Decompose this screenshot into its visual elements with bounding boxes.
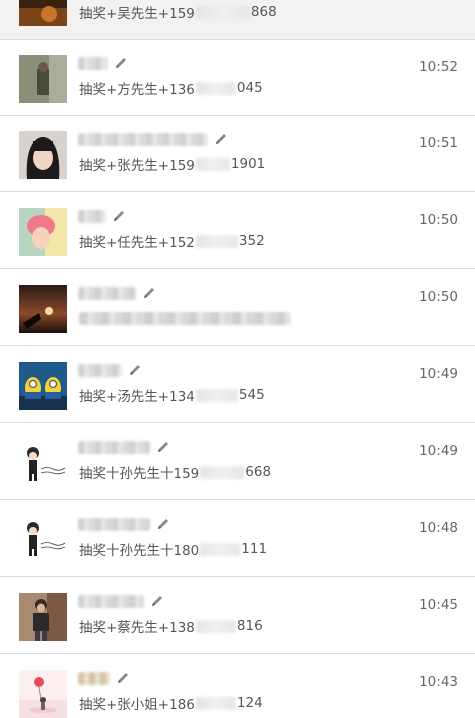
message-row[interactable]: 抽奖+吴先生+159 868 bbox=[0, 0, 475, 40]
contact-name-row bbox=[78, 591, 164, 611]
message-time: 10:45 bbox=[419, 597, 458, 613]
contact-name-row bbox=[78, 206, 126, 226]
pencil-icon[interactable] bbox=[214, 132, 228, 146]
message-time: 10:48 bbox=[419, 520, 458, 536]
avatar[interactable] bbox=[19, 593, 67, 641]
message-time: 10:49 bbox=[419, 366, 458, 382]
message-row[interactable]: 10:50 bbox=[0, 270, 475, 346]
message-prefix: 抽奖+蔡先生+138 bbox=[79, 620, 195, 636]
message-prefix: 抽奖+张先生+159 bbox=[79, 158, 195, 174]
message-time: 10:51 bbox=[419, 135, 458, 151]
message-time: 10:50 bbox=[419, 212, 458, 228]
contact-name-row bbox=[78, 283, 156, 303]
pencil-icon[interactable] bbox=[128, 363, 142, 377]
avatar[interactable] bbox=[19, 516, 67, 564]
message-preview: 抽奖十孙先生十180 111 bbox=[79, 540, 268, 559]
message-suffix: 816 bbox=[236, 618, 263, 634]
avatar[interactable] bbox=[19, 362, 67, 410]
message-row[interactable]: 抽奖+张先生+159 1901 10:51 bbox=[0, 116, 475, 192]
message-prefix: 抽奖十孙先生十159 bbox=[79, 466, 200, 482]
message-suffix: 111 bbox=[241, 541, 268, 557]
message-row[interactable]: 抽奖十孙先生十180 111 10:48 bbox=[0, 501, 475, 577]
avatar[interactable] bbox=[19, 55, 67, 103]
avatar[interactable] bbox=[19, 670, 67, 718]
message-prefix: 抽奖+方先生+136 bbox=[79, 82, 195, 98]
message-time: 10:52 bbox=[419, 59, 458, 75]
avatar[interactable] bbox=[19, 0, 67, 26]
message-preview: 抽奖+吴先生+159 868 bbox=[79, 3, 277, 22]
message-suffix: 668 bbox=[245, 464, 272, 480]
avatar[interactable] bbox=[19, 439, 67, 487]
pencil-icon[interactable] bbox=[150, 594, 164, 608]
contact-name-redacted bbox=[78, 440, 150, 454]
contact-name-redacted bbox=[78, 594, 144, 608]
message-preview: 抽奖+汤先生+134 545 bbox=[79, 386, 265, 405]
contact-name-redacted bbox=[78, 671, 110, 685]
message-row[interactable]: 抽奖+张小姐+186 124 10:43 bbox=[0, 655, 475, 718]
message-row[interactable]: 抽奖+蔡先生+138 816 10:45 bbox=[0, 578, 475, 654]
message-prefix: 抽奖+张小姐+186 bbox=[79, 697, 195, 713]
avatar[interactable] bbox=[19, 285, 67, 333]
message-time: 10:43 bbox=[419, 674, 458, 690]
contact-name-redacted bbox=[78, 56, 108, 70]
message-suffix: 1901 bbox=[230, 156, 266, 172]
message-prefix: 抽奖十孙先生十180 bbox=[79, 543, 200, 559]
message-suffix: 124 bbox=[236, 695, 263, 711]
pencil-icon[interactable] bbox=[156, 440, 170, 454]
contact-name-redacted bbox=[78, 363, 122, 377]
contact-name-row bbox=[78, 514, 170, 534]
message-suffix: 045 bbox=[236, 80, 263, 96]
message-time: 10:50 bbox=[419, 289, 458, 305]
message-preview: 抽奖+蔡先生+138 816 bbox=[79, 617, 263, 636]
contact-name-row bbox=[78, 360, 142, 380]
message-preview: 抽奖+张先生+159 1901 bbox=[79, 155, 266, 174]
pencil-icon[interactable] bbox=[116, 671, 130, 685]
message-prefix: 抽奖+吴先生+159 bbox=[79, 6, 195, 22]
contact-name-row bbox=[78, 53, 128, 73]
contact-name-redacted bbox=[78, 286, 136, 300]
message-suffix: 545 bbox=[238, 387, 265, 403]
contact-name-redacted bbox=[78, 517, 150, 531]
message-prefix: 抽奖+任先生+152 bbox=[79, 235, 195, 251]
message-time: 10:49 bbox=[419, 443, 458, 459]
contact-name-row bbox=[78, 437, 170, 457]
message-suffix: 352 bbox=[238, 233, 265, 249]
contact-name-redacted bbox=[78, 209, 106, 223]
pencil-icon[interactable] bbox=[112, 209, 126, 223]
avatar[interactable] bbox=[19, 131, 67, 179]
message-suffix: 868 bbox=[250, 4, 277, 20]
contact-name-row bbox=[78, 668, 130, 688]
pencil-icon[interactable] bbox=[156, 517, 170, 531]
message-preview-redacted bbox=[79, 312, 291, 325]
pencil-icon[interactable] bbox=[114, 56, 128, 70]
contact-name-row bbox=[78, 129, 228, 149]
message-row[interactable]: 抽奖十孙先生十159 668 10:49 bbox=[0, 424, 475, 500]
message-list: 抽奖+吴先生+159 868 抽奖+方先生+136 045 10:52 抽奖+张… bbox=[0, 0, 475, 718]
message-row[interactable]: 抽奖+任先生+152 352 10:50 bbox=[0, 193, 475, 269]
pencil-icon[interactable] bbox=[142, 286, 156, 300]
message-row[interactable]: 抽奖+汤先生+134 545 10:49 bbox=[0, 347, 475, 423]
message-preview: 抽奖+任先生+152 352 bbox=[79, 232, 265, 251]
message-preview: 抽奖+方先生+136 045 bbox=[79, 79, 263, 98]
contact-name-redacted bbox=[78, 132, 208, 146]
message-row[interactable]: 抽奖+方先生+136 045 10:52 bbox=[0, 40, 475, 116]
avatar[interactable] bbox=[19, 208, 67, 256]
message-preview: 抽奖+张小姐+186 124 bbox=[79, 694, 263, 713]
message-preview: 抽奖十孙先生十159 668 bbox=[79, 463, 272, 482]
message-prefix: 抽奖+汤先生+134 bbox=[79, 389, 195, 405]
